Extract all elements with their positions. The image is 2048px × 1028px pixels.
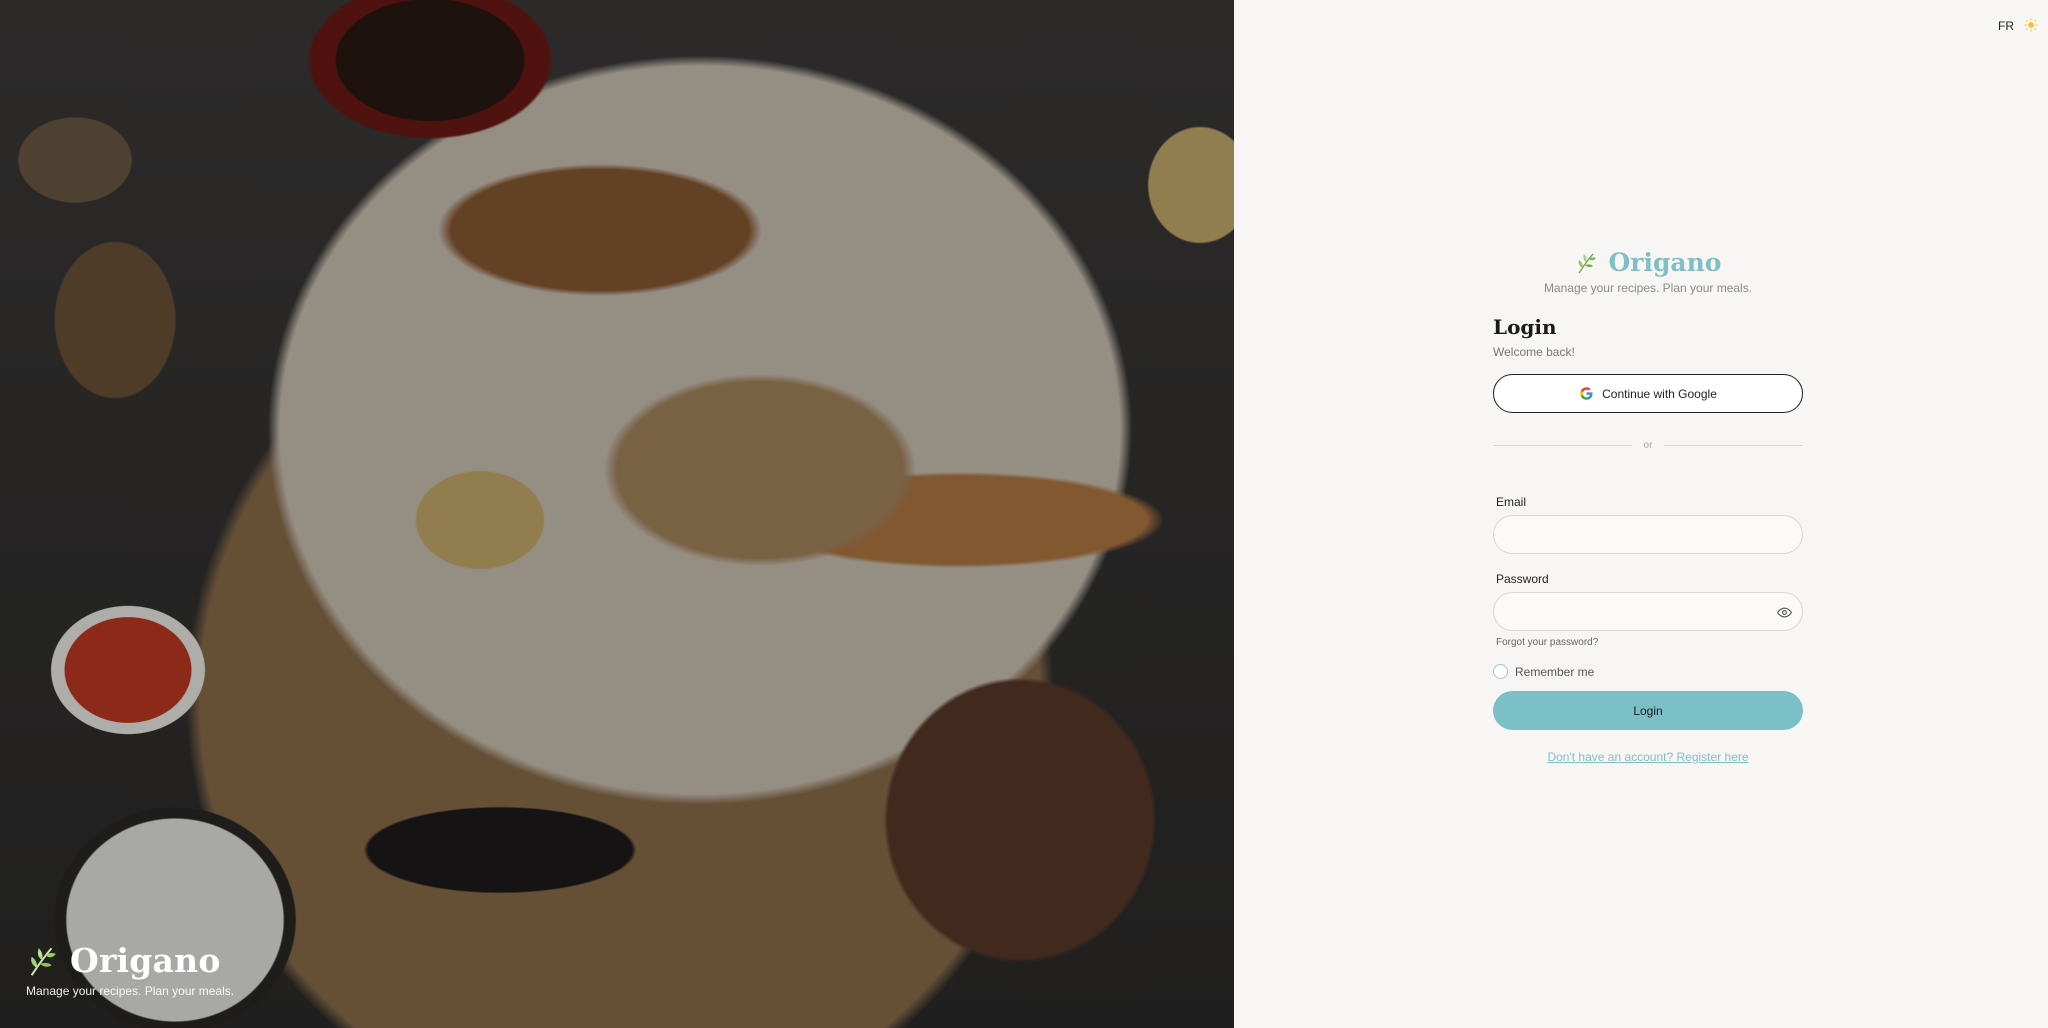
divider-line [1664,445,1803,446]
herb-leaf-icon [30,947,56,976]
hero-image-panel: Origano Manage your recipes. Plan your m… [0,0,1234,1028]
google-login-button[interactable]: Continue with Google [1493,374,1803,413]
remember-me: Remember me [1493,664,1803,679]
page-title: Login [1493,315,1557,339]
herb-leaf-icon [1577,253,1596,273]
login-button-label: Login [1633,703,1663,718]
brand-title: Origano [1608,248,1722,277]
login-form: Origano Manage your recipes. Plan your m… [1493,248,1803,764]
email-field[interactable] [1494,516,1802,553]
language-switch[interactable]: FR [1998,19,2014,33]
welcome-text: Welcome back! [1493,345,1575,359]
brand-tagline: Manage your recipes. Plan your meals. [1543,281,1753,295]
login-button[interactable]: Login [1493,691,1803,730]
remember-me-label[interactable]: Remember me [1515,665,1594,679]
login-panel: FR Origano Manage your recipes. Plan you… [1234,0,2048,1028]
remember-me-checkbox[interactable] [1493,664,1508,679]
sun-icon[interactable] [2024,18,2038,32]
brand-header: Origano [1493,248,1803,277]
divider-text: or [1643,440,1653,451]
password-label: Password [1496,572,1549,586]
hero-brand-title: Origano [70,941,221,980]
forgot-password-link[interactable]: Forgot your password? [1496,637,1803,648]
email-field-wrapper [1493,515,1803,554]
eye-icon[interactable] [1777,605,1792,620]
password-field[interactable] [1494,593,1802,630]
or-divider: or [1493,440,1803,451]
hero-brand: Origano Manage your recipes. Plan your m… [26,941,234,998]
google-login-label: Continue with Google [1602,386,1717,401]
divider-line [1493,445,1632,446]
hero-tagline: Manage your recipes. Plan your meals. [26,984,235,998]
email-label: Email [1496,495,1527,509]
password-field-wrapper [1493,592,1803,631]
register-link[interactable]: Don't have an account? Register here [1493,750,1803,764]
google-icon [1580,387,1593,400]
